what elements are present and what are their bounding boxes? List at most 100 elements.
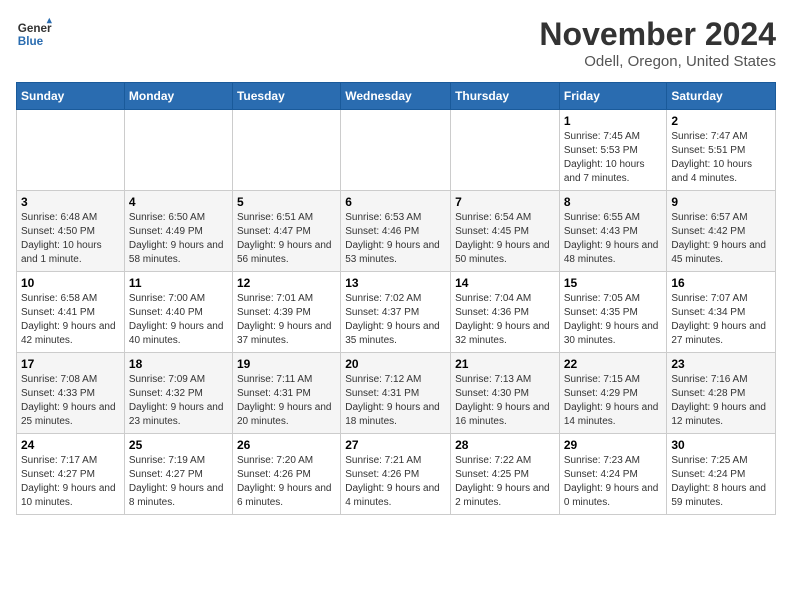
calendar-cell: 13 Sunrise: 7:02 AM Sunset: 4:37 PM Dayli… (341, 272, 451, 353)
day-info: Sunrise: 6:58 AM Sunset: 4:41 PM Dayligh… (21, 292, 120, 348)
day-info: Sunrise: 7:15 AM Sunset: 4:29 PM Dayligh… (564, 373, 663, 429)
week-row-1: 1 Sunrise: 7:45 AM Sunset: 5:53 PM Daylig… (17, 110, 776, 191)
day-number: 8 (564, 195, 663, 209)
calendar-cell: 7 Sunrise: 6:54 AM Sunset: 4:45 PM Daylig… (451, 191, 560, 272)
location: Odell, Oregon, United States (539, 53, 776, 70)
day-info: Sunrise: 7:20 AM Sunset: 4:26 PM Dayligh… (237, 454, 336, 510)
week-row-3: 10 Sunrise: 6:58 AM Sunset: 4:41 PM Dayli… (17, 272, 776, 353)
calendar-cell: 9 Sunrise: 6:57 AM Sunset: 4:42 PM Daylig… (667, 191, 776, 272)
day-number: 12 (237, 276, 336, 290)
day-number: 21 (455, 357, 555, 371)
logo-icon: General Blue (16, 16, 52, 52)
day-info: Sunrise: 7:02 AM Sunset: 4:37 PM Dayligh… (345, 292, 446, 348)
day-info: Sunrise: 7:07 AM Sunset: 4:34 PM Dayligh… (671, 292, 771, 348)
day-number: 24 (21, 438, 120, 452)
week-row-5: 24 Sunrise: 7:17 AM Sunset: 4:27 PM Dayli… (17, 434, 776, 515)
calendar-cell: 4 Sunrise: 6:50 AM Sunset: 4:49 PM Daylig… (124, 191, 232, 272)
day-number: 20 (345, 357, 446, 371)
day-info: Sunrise: 7:08 AM Sunset: 4:33 PM Dayligh… (21, 373, 120, 429)
calendar-cell: 10 Sunrise: 6:58 AM Sunset: 4:41 PM Dayli… (17, 272, 125, 353)
calendar-cell: 12 Sunrise: 7:01 AM Sunset: 4:39 PM Dayli… (232, 272, 340, 353)
title-area: November 2024 Odell, Oregon, United Stat… (539, 16, 776, 70)
day-info: Sunrise: 6:57 AM Sunset: 4:42 PM Dayligh… (671, 211, 771, 267)
calendar-cell: 14 Sunrise: 7:04 AM Sunset: 4:36 PM Dayli… (451, 272, 560, 353)
day-header-saturday: Saturday (667, 83, 776, 110)
day-info: Sunrise: 6:54 AM Sunset: 4:45 PM Dayligh… (455, 211, 555, 267)
day-info: Sunrise: 7:47 AM Sunset: 5:51 PM Dayligh… (671, 130, 771, 186)
day-info: Sunrise: 6:48 AM Sunset: 4:50 PM Dayligh… (21, 211, 120, 267)
day-info: Sunrise: 7:45 AM Sunset: 5:53 PM Dayligh… (564, 130, 663, 186)
logo: General Blue (16, 16, 52, 52)
day-info: Sunrise: 7:19 AM Sunset: 4:27 PM Dayligh… (129, 454, 228, 510)
calendar-cell: 17 Sunrise: 7:08 AM Sunset: 4:33 PM Dayli… (17, 353, 125, 434)
day-number: 22 (564, 357, 663, 371)
day-number: 30 (671, 438, 771, 452)
day-info: Sunrise: 7:12 AM Sunset: 4:31 PM Dayligh… (345, 373, 446, 429)
calendar-cell: 29 Sunrise: 7:23 AM Sunset: 4:24 PM Dayli… (559, 434, 667, 515)
day-info: Sunrise: 7:04 AM Sunset: 4:36 PM Dayligh… (455, 292, 555, 348)
calendar-cell: 25 Sunrise: 7:19 AM Sunset: 4:27 PM Dayli… (124, 434, 232, 515)
day-info: Sunrise: 6:50 AM Sunset: 4:49 PM Dayligh… (129, 211, 228, 267)
day-info: Sunrise: 6:51 AM Sunset: 4:47 PM Dayligh… (237, 211, 336, 267)
calendar-cell (124, 110, 232, 191)
svg-text:Blue: Blue (18, 35, 44, 48)
calendar-cell: 28Sunrise: 7:22 AM Sunset: 4:25 PM Dayli… (451, 434, 560, 515)
calendar-cell: 11Sunrise: 7:00 AM Sunset: 4:40 PM Dayli… (124, 272, 232, 353)
day-number: 28 (455, 438, 555, 452)
day-number: 18 (129, 357, 228, 371)
calendar-cell: 30 Sunrise: 7:25 AM Sunset: 4:24 PM Dayli… (667, 434, 776, 515)
calendar-cell: 21 Sunrise: 7:13 AM Sunset: 4:30 PM Dayli… (451, 353, 560, 434)
week-row-2: 3Sunrise: 6:48 AM Sunset: 4:50 PM Daylig… (17, 191, 776, 272)
day-info: Sunrise: 7:05 AM Sunset: 4:35 PM Dayligh… (564, 292, 663, 348)
day-number: 13 (345, 276, 446, 290)
day-number: 16 (671, 276, 771, 290)
day-number: 5 (237, 195, 336, 209)
day-number: 4 (129, 195, 228, 209)
day-number: 7 (455, 195, 555, 209)
calendar-cell (341, 110, 451, 191)
day-info: Sunrise: 7:21 AM Sunset: 4:26 PM Dayligh… (345, 454, 446, 510)
day-header-sunday: Sunday (17, 83, 125, 110)
day-info: Sunrise: 7:13 AM Sunset: 4:30 PM Dayligh… (455, 373, 555, 429)
day-header-monday: Monday (124, 83, 232, 110)
day-info: Sunrise: 6:55 AM Sunset: 4:43 PM Dayligh… (564, 211, 663, 267)
day-number: 25 (129, 438, 228, 452)
day-number: 19 (237, 357, 336, 371)
day-number: 9 (671, 195, 771, 209)
day-number: 29 (564, 438, 663, 452)
calendar-cell: 27 Sunrise: 7:21 AM Sunset: 4:26 PM Dayli… (341, 434, 451, 515)
calendar-cell: 8 Sunrise: 6:55 AM Sunset: 4:43 PM Daylig… (559, 191, 667, 272)
day-info: Sunrise: 6:53 AM Sunset: 4:46 PM Dayligh… (345, 211, 446, 267)
day-info: Sunrise: 7:11 AM Sunset: 4:31 PM Dayligh… (237, 373, 336, 429)
week-row-4: 17 Sunrise: 7:08 AM Sunset: 4:33 PM Dayli… (17, 353, 776, 434)
calendar-cell: 22 Sunrise: 7:15 AM Sunset: 4:29 PM Dayli… (559, 353, 667, 434)
day-info: Sunrise: 7:23 AM Sunset: 4:24 PM Dayligh… (564, 454, 663, 510)
calendar-table: SundayMondayTuesdayWednesdayThursdayFrid… (16, 82, 776, 515)
header-row: SundayMondayTuesdayWednesdayThursdayFrid… (17, 83, 776, 110)
day-header-friday: Friday (559, 83, 667, 110)
day-header-tuesday: Tuesday (232, 83, 340, 110)
day-header-wednesday: Wednesday (341, 83, 451, 110)
calendar-cell: 19 Sunrise: 7:11 AM Sunset: 4:31 PM Dayli… (232, 353, 340, 434)
day-number: 23 (671, 357, 771, 371)
svg-text:General: General (18, 22, 52, 35)
day-info: Sunrise: 7:01 AM Sunset: 4:39 PM Dayligh… (237, 292, 336, 348)
calendar-cell: 16 Sunrise: 7:07 AM Sunset: 4:34 PM Dayli… (667, 272, 776, 353)
day-number: 17 (21, 357, 120, 371)
calendar-cell: 15 Sunrise: 7:05 AM Sunset: 4:35 PM Dayli… (559, 272, 667, 353)
calendar-cell: 20 Sunrise: 7:12 AM Sunset: 4:31 PM Dayli… (341, 353, 451, 434)
month-title: November 2024 (539, 16, 776, 53)
calendar-cell: 3Sunrise: 6:48 AM Sunset: 4:50 PM Daylig… (17, 191, 125, 272)
day-number: 15 (564, 276, 663, 290)
day-info: Sunrise: 7:16 AM Sunset: 4:28 PM Dayligh… (671, 373, 771, 429)
day-info: Sunrise: 7:00 AM Sunset: 4:40 PM Dayligh… (129, 292, 228, 348)
day-number: 2 (671, 114, 771, 128)
day-number: 1 (564, 114, 663, 128)
day-number: 27 (345, 438, 446, 452)
calendar-cell: 26Sunrise: 7:20 AM Sunset: 4:26 PM Dayli… (232, 434, 340, 515)
day-number: 14 (455, 276, 555, 290)
day-info: Sunrise: 7:25 AM Sunset: 4:24 PM Dayligh… (671, 454, 771, 510)
day-info: Sunrise: 7:17 AM Sunset: 4:27 PM Dayligh… (21, 454, 120, 510)
day-number: 10 (21, 276, 120, 290)
calendar-cell: 18Sunrise: 7:09 AM Sunset: 4:32 PM Dayli… (124, 353, 232, 434)
